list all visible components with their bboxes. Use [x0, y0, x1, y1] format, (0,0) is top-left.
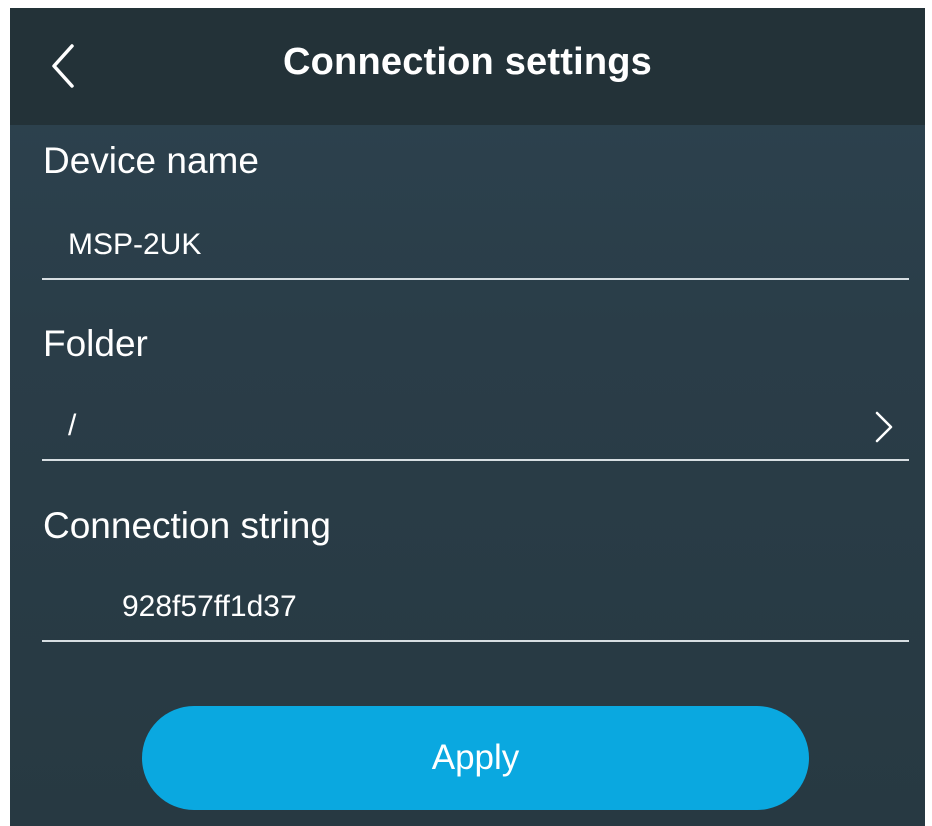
app-header: Connection settings: [10, 8, 925, 125]
folder-value: /: [68, 409, 77, 442]
folder-selector[interactable]: /: [42, 397, 909, 461]
apply-button[interactable]: Apply: [142, 706, 809, 810]
chevron-right-icon: [875, 411, 893, 443]
folder-label: Folder: [43, 323, 148, 364]
page-title: Connection settings: [282, 41, 653, 83]
device-name-label: Device name: [43, 140, 259, 181]
connection-string-value: 928f57ff1d37: [122, 590, 297, 623]
device-name-value: MSP-2UK: [68, 228, 202, 261]
connection-settings-screen: Connection settings Device name MSP-2UK …: [10, 8, 925, 826]
connection-string-field[interactable]: 928f57ff1d37: [42, 578, 909, 642]
connection-string-label: Connection string: [43, 505, 331, 546]
device-name-field[interactable]: MSP-2UK: [42, 216, 909, 280]
